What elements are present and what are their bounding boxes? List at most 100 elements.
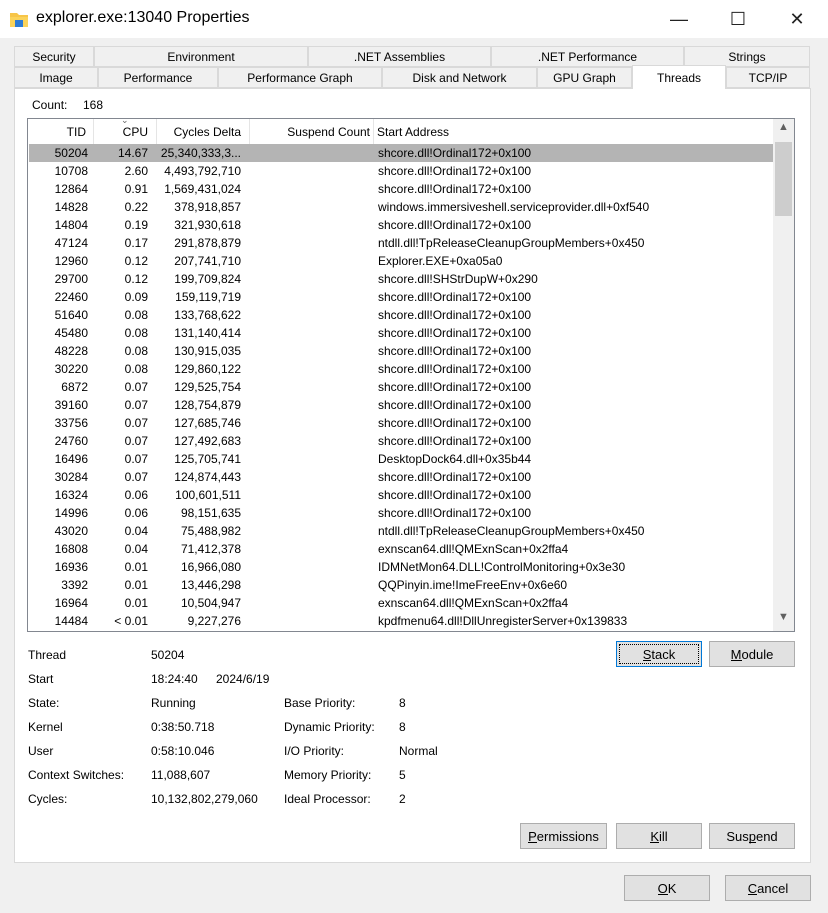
cell-cpu: 0.01 [124, 560, 148, 574]
state-label: State: [28, 696, 60, 710]
table-row[interactable]: 43020 0.04 75,488,982 ntdll.dll!TpReleaseCl… [29, 522, 773, 540]
module-button[interactable]: Module [709, 641, 795, 667]
table-row[interactable]: 12960 0.12 207,741,710 Explorer.EXE+0xa05a0 [29, 252, 773, 270]
cell-tid: 43020 [54, 524, 88, 538]
context-switches-label: Context Switches: [28, 768, 125, 782]
permissions-button[interactable]: Permissions [520, 823, 607, 849]
table-row[interactable]: 50204 14.67 25,340,333,3... shcore.dll!Ordi… [29, 144, 773, 162]
table-row[interactable]: 12864 0.91 1,569,431,024 shcore.dll!Ordinal… [29, 180, 773, 198]
cell-cycles-delta: 75,488,982 [180, 524, 241, 538]
cell-start-address: shcore.dll!Ordinal172+0x100 [378, 362, 532, 376]
cell-tid: 12864 [54, 182, 88, 196]
scrollbar-thumb[interactable] [775, 142, 792, 216]
cell-tid: 48228 [54, 344, 88, 358]
close-button[interactable]: ✕ [774, 0, 820, 38]
scroll-down-icon[interactable]: ▼ [773, 611, 794, 629]
table-row[interactable]: 6872 0.07 129,525,754 shcore.dll!Ordinal172… [29, 378, 773, 396]
column-header-cycles-delta[interactable]: Cycles Delta [157, 119, 250, 144]
sort-descending-icon: ⌄ [121, 118, 129, 125]
memory-priority-label: Memory Priority: [284, 768, 372, 782]
cell-cpu: 0.06 [124, 506, 148, 520]
vertical-scrollbar[interactable]: ▲ ▼ [773, 119, 794, 631]
table-row[interactable]: 30220 0.08 129,860,122 shcore.dll!Ordinal17… [29, 360, 773, 378]
table-row[interactable]: 16808 0.04 71,412,378 exnscan64.dll!QMExnSc… [29, 540, 773, 558]
table-row[interactable]: 14996 0.06 98,151,635 shcore.dll!Ordinal172… [29, 504, 773, 522]
tab-performance[interactable]: Performance [98, 67, 218, 88]
tab-performance-graph[interactable]: Performance Graph [218, 67, 382, 88]
table-row[interactable]: 45480 0.08 131,140,414 shcore.dll!Ordinal17… [29, 324, 773, 342]
column-header-tid[interactable]: TID [28, 119, 94, 144]
ok-button[interactable]: OK [624, 875, 710, 901]
scroll-up-icon[interactable]: ▲ [773, 121, 794, 139]
tab-security[interactable]: Security [14, 46, 94, 67]
table-row[interactable]: 16964 0.01 10,504,947 exnscan64.dll!QMExnSc… [29, 594, 773, 612]
suspend-button[interactable]: Suspend [709, 823, 795, 849]
table-row[interactable]: 16324 0.06 100,601,511 shcore.dll!Ordinal17… [29, 486, 773, 504]
table-row[interactable]: 47124 0.17 291,878,879 ntdll.dll!TpReleaseC… [29, 234, 773, 252]
user-label: User [28, 744, 54, 758]
table-row[interactable]: 48228 0.08 130,915,035 shcore.dll!Ordinal17… [29, 342, 773, 360]
cell-start-address: kpdfmenu64.dll!DllUnregisterServer+0x139… [378, 614, 628, 628]
tab-disk-and-network[interactable]: Disk and Network [382, 67, 537, 88]
start-time: 18:24:40 [151, 672, 198, 686]
table-row[interactable]: 39160 0.07 128,754,879 shcore.dll!Ordinal17… [29, 396, 773, 414]
table-row[interactable]: 24760 0.07 127,492,683 shcore.dll!Ordinal17… [29, 432, 773, 450]
stack-button[interactable]: Stack [616, 641, 702, 667]
cell-cycles-delta: 9,227,276 [187, 614, 241, 628]
start-date: 2024/6/19 [216, 672, 270, 686]
tab-image[interactable]: Image [14, 67, 98, 88]
table-row[interactable]: 33756 0.07 127,685,746 shcore.dll!Ordinal17… [29, 414, 773, 432]
cell-tid: 29700 [54, 272, 88, 286]
table-row[interactable]: 3392 0.01 13,446,298 QQPinyin.ime!ImeFreeEn… [29, 576, 773, 594]
table-row[interactable]: 51640 0.08 133,768,622 shcore.dll!Ordinal17… [29, 306, 773, 324]
cell-tid: 16808 [54, 542, 88, 556]
table-row[interactable]: 16936 0.01 16,966,080 IDMNetMon64.DLL!Contr… [29, 558, 773, 576]
cell-cycles-delta: 130,915,035 [174, 344, 241, 358]
context-switches-value: 11,088,607 [151, 768, 211, 782]
cell-start-address: shcore.dll!Ordinal172+0x100 [378, 398, 532, 412]
column-header-start-address[interactable]: Start Address [374, 119, 773, 144]
tab-threads[interactable]: Threads [632, 65, 726, 89]
stack-button-label: Stack [642, 646, 676, 662]
memory-priority-value: 5 [399, 768, 406, 782]
cell-cpu: 0.06 [124, 488, 148, 502]
cell-cpu: 0.07 [124, 470, 148, 484]
cell-tid: 16496 [54, 452, 88, 466]
cell-cycles-delta: 131,140,414 [174, 326, 241, 340]
cell-tid: 45480 [54, 326, 88, 340]
window-title: explorer.exe:13040 Properties [36, 9, 250, 26]
io-priority-value: Normal [399, 744, 438, 758]
threads-list[interactable]: TID ⌄ CPU Cycles Delta Suspend Count Sta… [27, 118, 795, 632]
cancel-button[interactable]: Cancel [725, 875, 811, 901]
table-row[interactable]: 14804 0.19 321,930,618 shcore.dll!Ordinal17… [29, 216, 773, 234]
tab-net-performance[interactable]: .NET Performance [491, 46, 684, 67]
cell-cpu: < 0.01 [114, 614, 148, 628]
column-header-suspend-count[interactable]: Suspend Count [250, 119, 374, 144]
mnemonic-underline [528, 841, 537, 843]
mnemonic-underline [748, 841, 756, 843]
table-row[interactable]: 22460 0.09 159,119,719 shcore.dll!Ordinal17… [29, 288, 773, 306]
kill-button[interactable]: Kill [616, 823, 702, 849]
thread-label: Thread [28, 648, 67, 662]
table-row[interactable]: 30284 0.07 124,874,443 shcore.dll!Ordinal17… [29, 468, 773, 486]
count-value: 168 [83, 98, 104, 112]
tab-strings[interactable]: Strings [684, 46, 810, 67]
column-header-cpu[interactable]: ⌄ CPU [94, 119, 157, 144]
table-row[interactable]: 16496 0.07 125,705,741 DesktopDock64.dll+0x… [29, 450, 773, 468]
table-row[interactable]: 14484 < 0.01 9,227,276 kpdfmenu64.dll!DllUn… [29, 612, 773, 630]
table-row[interactable]: 14828 0.22 378,918,857 windows.immersiveshe… [29, 198, 773, 216]
table-row[interactable]: 29700 0.12 199,709,824 shcore.dll!SHStrDupW… [29, 270, 773, 288]
minimize-button[interactable]: — [656, 0, 702, 38]
mnemonic-underline [657, 893, 668, 895]
maximize-button[interactable]: ☐ [715, 0, 761, 38]
state-value: Running [151, 696, 196, 710]
tab-tcp-ip[interactable]: TCP/IP [726, 67, 810, 88]
tab-net-assemblies[interactable]: .NET Assemblies [308, 46, 491, 67]
table-row[interactable]: 10708 2.60 4,493,792,710 shcore.dll!Ordinal… [29, 162, 773, 180]
cell-cpu: 0.01 [124, 596, 148, 610]
tab-gpu-graph[interactable]: GPU Graph [537, 67, 632, 88]
cell-start-address: shcore.dll!Ordinal172+0x100 [378, 218, 532, 232]
tab-environment[interactable]: Environment [94, 46, 308, 67]
cell-start-address: ntdll.dll!TpReleaseCleanupGroupMembers+0… [378, 236, 645, 250]
cell-cycles-delta: 291,878,879 [174, 236, 241, 250]
